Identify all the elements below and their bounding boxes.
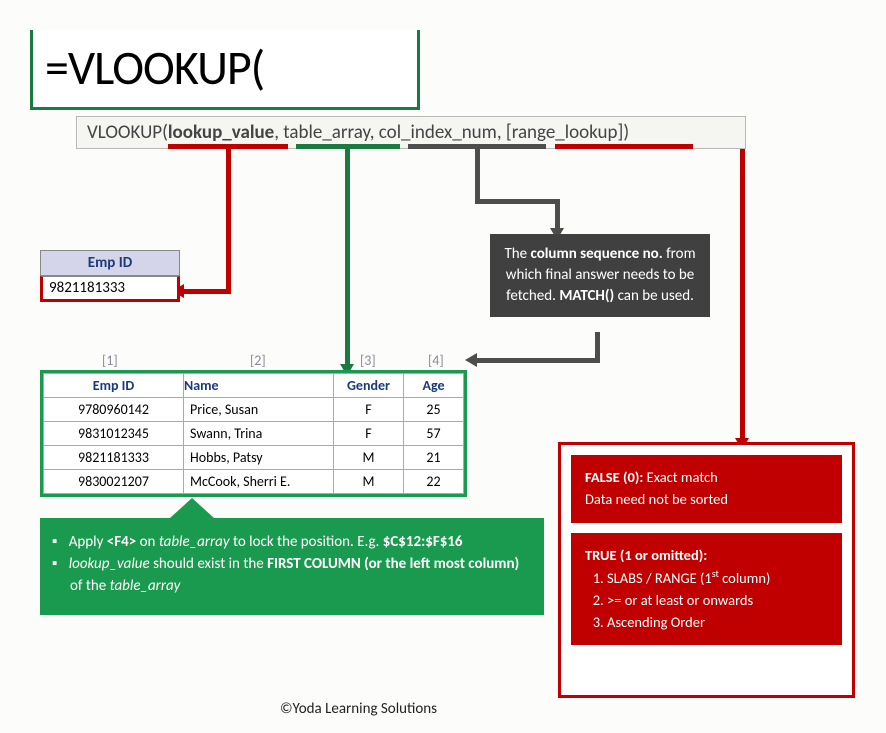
connector-col-index bbox=[475, 199, 555, 204]
callout-item: Apply <F4> on table_array to lock the po… bbox=[70, 532, 526, 554]
list-item: Ascending Order bbox=[607, 612, 828, 634]
empid-header: Emp ID bbox=[40, 250, 180, 276]
lookup-table: Emp ID Name Gender Age 9780960142 Price,… bbox=[40, 370, 467, 497]
th-gender: Gender bbox=[334, 374, 404, 398]
col-index-callout: The column sequence no. from which final… bbox=[490, 234, 710, 317]
copyright-text: ©Yoda Learning Solutions bbox=[280, 700, 437, 718]
th-age: Age bbox=[404, 374, 464, 398]
callout-item: lookup_value should exist in the FIRST C… bbox=[70, 554, 526, 598]
connector-col-index-2 bbox=[475, 358, 600, 363]
empid-value[interactable]: 9821181333 bbox=[40, 276, 180, 302]
connector-col-index bbox=[475, 149, 480, 199]
range-lookup-callout: FALSE (0): Exact match Data need not be … bbox=[558, 442, 855, 698]
tooltip-fn: VLOOKUP( bbox=[87, 121, 168, 144]
connector-table-array bbox=[345, 149, 350, 368]
th-empid: Emp ID bbox=[44, 374, 184, 398]
table-header-row: Emp ID Name Gender Age bbox=[44, 374, 464, 398]
false-match-box: FALSE (0): Exact match Data need not be … bbox=[571, 455, 842, 523]
tooltip-arg-table-array: table_array bbox=[283, 121, 369, 144]
th-name: Name bbox=[184, 374, 334, 398]
formula-bar[interactable]: =VLOOKUP( bbox=[30, 30, 420, 110]
true-match-box: TRUE (1 or omitted): SLABS / RANGE (1st … bbox=[571, 533, 842, 646]
list-item: >= or at least or onwards bbox=[607, 590, 828, 612]
list-item: SLABS / RANGE (1st column) bbox=[607, 566, 828, 590]
colnum-3: [3] bbox=[360, 352, 376, 369]
colnum-2: [2] bbox=[250, 352, 266, 369]
colnum-4: [4] bbox=[428, 352, 444, 369]
connector-col-index-2 bbox=[595, 332, 600, 361]
tooltip-arg-range-lookup: [range_lookup] bbox=[506, 121, 623, 144]
table-row: 9830021207 McCook, Sherri E. M 22 bbox=[44, 470, 464, 494]
underline-range-lookup bbox=[555, 144, 693, 149]
tooltip-arg-col-index: col_index_num bbox=[379, 121, 497, 144]
table-array-callout: Apply <F4> on table_array to lock the po… bbox=[40, 518, 544, 615]
table-row: 9821181333 Hobbs, Patsy M 21 bbox=[44, 446, 464, 470]
arrow-head-icon bbox=[465, 353, 477, 367]
colnum-1: [1] bbox=[102, 352, 118, 369]
tooltip-arg-lookup-value: lookup_value bbox=[168, 121, 274, 144]
table-row: 9780960142 Price, Susan F 25 bbox=[44, 398, 464, 422]
connector-lookup-value bbox=[181, 289, 231, 294]
connector-range-lookup bbox=[740, 149, 745, 443]
connector-lookup-value bbox=[226, 149, 231, 289]
empid-cell-group: Emp ID 9821181333 bbox=[40, 250, 180, 302]
table-row: 9831012345 Swann, Trina F 57 bbox=[44, 422, 464, 446]
